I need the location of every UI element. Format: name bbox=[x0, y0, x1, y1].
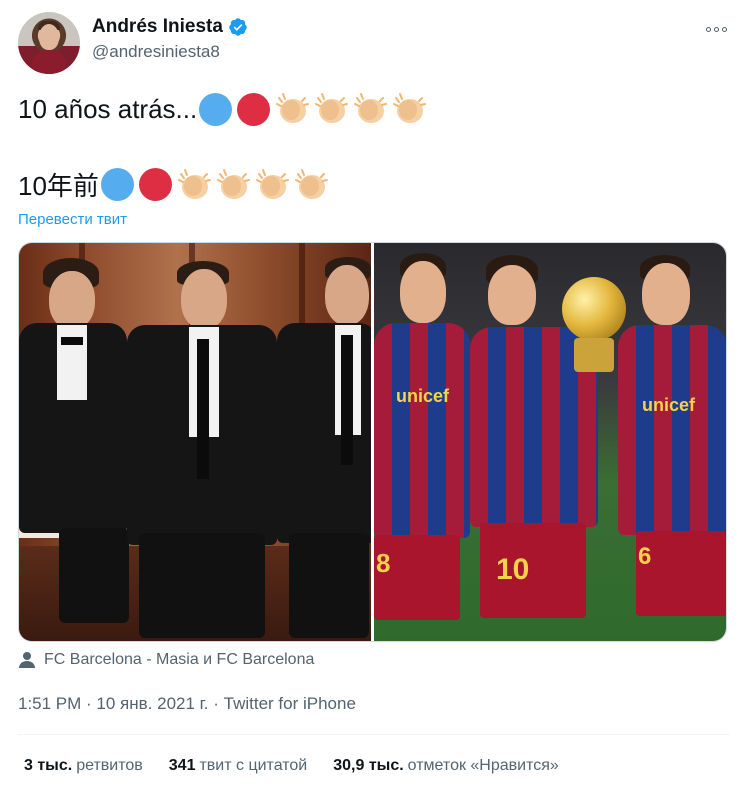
name-row: Andrés Iniesta bbox=[92, 16, 248, 38]
emoji-row bbox=[199, 92, 431, 126]
display-name[interactable]: Andrés Iniesta bbox=[92, 16, 223, 38]
tweet-text-line1: 10 años atrás... bbox=[18, 92, 431, 126]
photo-tag-text: FC Barcelona - Masia и FC Barcelona bbox=[44, 651, 315, 668]
more-icon[interactable] bbox=[702, 20, 730, 38]
red-circle-emoji bbox=[138, 168, 172, 201]
tweet-text-japanese: 10年前 bbox=[18, 171, 99, 201]
clapping-hands-emoji bbox=[177, 168, 211, 199]
tweet-stats: 3 тыс. ретвитов 341 твит с цитатой 30,9 ты… bbox=[24, 757, 559, 775]
person-tag-icon bbox=[19, 652, 35, 668]
clapping-hands-emoji bbox=[315, 93, 349, 123]
handle[interactable]: @andresiniesta8 bbox=[92, 42, 248, 62]
clapping-hands-emoji bbox=[276, 93, 310, 123]
likes-stat[interactable]: 30,9 тыс. отметок «Нравится» bbox=[333, 757, 559, 775]
retweets-stat[interactable]: 3 тыс. ретвитов bbox=[24, 757, 143, 775]
blue-circle-emoji bbox=[199, 92, 233, 126]
translate-tweet-link[interactable]: Перевести твит bbox=[18, 211, 127, 228]
clapping-hands-emoji bbox=[393, 93, 427, 123]
divider bbox=[18, 734, 730, 735]
photo-tag[interactable]: FC Barcelona - Masia и FC Barcelona bbox=[18, 651, 314, 669]
photo-left[interactable] bbox=[19, 243, 371, 641]
avatar[interactable] bbox=[18, 12, 80, 74]
likes-label: отметок «Нравится» bbox=[407, 757, 559, 774]
clapping-hands-emoji bbox=[294, 168, 328, 199]
clapping-hands-emoji bbox=[255, 168, 289, 199]
photo-right[interactable]: unicef 8 10 unicef 6 bbox=[374, 243, 726, 641]
tweet-timestamp[interactable]: 1:51 PM · 10 янв. 2021 г. · Twitter for … bbox=[18, 694, 356, 714]
tweet-text-line2: 10年前 bbox=[18, 166, 333, 203]
emoji-row bbox=[100, 168, 333, 202]
quotes-stat[interactable]: 341 твит с цитатой bbox=[169, 757, 307, 775]
sponsor-right: unicef bbox=[642, 395, 696, 415]
jersey-number-left: 8 bbox=[376, 548, 391, 578]
likes-count: 30,9 тыс. bbox=[333, 757, 404, 774]
red-circle-emoji bbox=[237, 92, 271, 126]
sponsor-left: unicef bbox=[396, 386, 450, 406]
quotes-count: 341 bbox=[168, 757, 196, 774]
jersey-number-right: 6 bbox=[638, 543, 652, 570]
tweet-header: Andrés Iniesta @andresiniesta8 bbox=[18, 12, 730, 74]
author-block[interactable]: Andrés Iniesta @andresiniesta8 bbox=[92, 16, 248, 62]
clapping-hands-emoji bbox=[216, 168, 250, 199]
clapping-hands-emoji bbox=[354, 93, 388, 123]
verified-badge-icon bbox=[229, 18, 247, 36]
quotes-label: твит с цитатой bbox=[199, 757, 308, 774]
tweet-text: 10 años atrás... bbox=[18, 93, 198, 124]
jersey-number-center: 10 bbox=[496, 553, 530, 586]
retweets-count: 3 тыс. bbox=[24, 757, 73, 774]
media-container: unicef 8 10 unicef 6 bbox=[18, 242, 727, 642]
retweets-label: ретвитов bbox=[76, 757, 143, 774]
blue-circle-emoji bbox=[100, 168, 134, 201]
